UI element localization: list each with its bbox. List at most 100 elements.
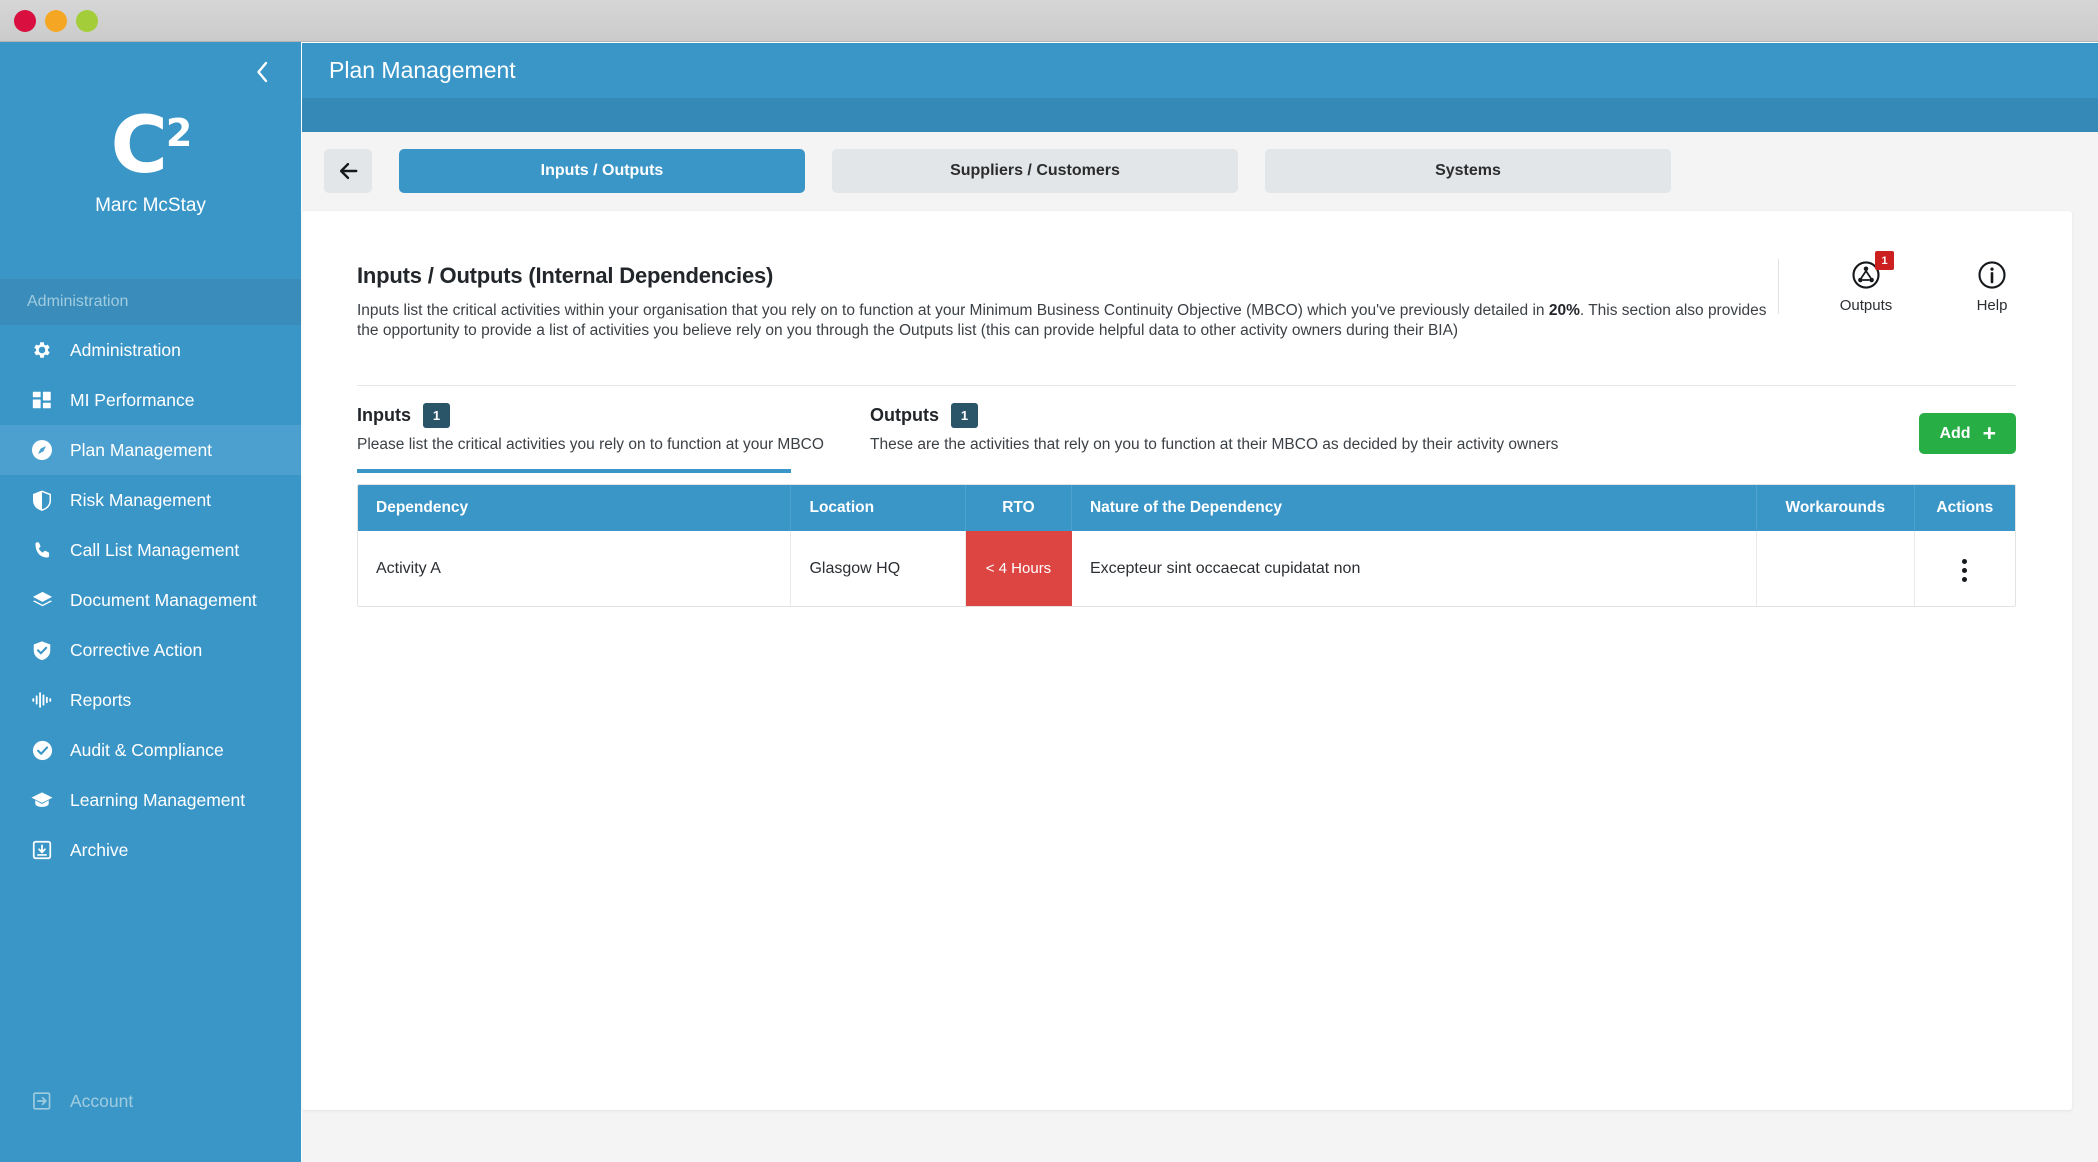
table-header: Dependency Location RTO Nature of the De… (358, 485, 2015, 531)
main-content: Inputs / Outputs Suppliers / Customers S… (302, 132, 2098, 1162)
zoom-button[interactable] (76, 10, 98, 32)
panel-divider (357, 385, 2016, 386)
outputs-action-button[interactable]: 1 Outputs (1829, 251, 1903, 314)
inputs-tab[interactable]: Inputs 1 Please list the critical activi… (357, 403, 877, 454)
table-body: Activity A Glasgow HQ < 4 Hours Excepteu… (358, 531, 2015, 606)
window-titlebar (0, 0, 2098, 42)
outputs-title-line: Outputs 1 (870, 403, 1630, 428)
column-header-actions[interactable]: Actions (1914, 485, 2015, 531)
check-circle-icon (20, 735, 64, 765)
outputs-title: Outputs (870, 405, 939, 425)
sidebar-nav-list: Administration MI Performance Plan Manag… (0, 325, 301, 875)
help-action-button[interactable]: Help (1955, 259, 2029, 314)
sidebar-username: Marc McStay (95, 195, 206, 216)
logo-letter: C (110, 101, 168, 191)
graduation-cap-icon (20, 785, 64, 815)
tab-systems[interactable]: Systems (1265, 149, 1671, 193)
panel-title: Inputs / Outputs (Internal Dependencies) (357, 263, 774, 288)
sidebar-item-label: Call List Management (70, 539, 240, 560)
outputs-count-badge: 1 (951, 403, 978, 428)
cell-rto: < 4 Hours (965, 531, 1072, 606)
back-button[interactable] (324, 149, 372, 193)
inputs-active-underline (357, 469, 791, 473)
panel-description-highlight: 20% (1548, 302, 1580, 319)
outputs-action-label: Outputs (1839, 297, 1893, 314)
kebab-menu-icon[interactable] (1952, 555, 1977, 586)
outputs-subtitle: These are the activities that rely on yo… (870, 436, 1559, 453)
sidebar-item-label: Plan Management (70, 439, 213, 460)
logo-c2: C2 (0, 90, 301, 189)
sidebar-item-label: Learning Management (70, 789, 246, 810)
layers-icon (20, 585, 64, 615)
sidebar-item-account[interactable]: Account (0, 1078, 301, 1124)
minimize-button[interactable] (45, 10, 67, 32)
cell-workarounds (1756, 531, 1915, 606)
chevron-left-icon (257, 61, 268, 83)
plus-icon: + (1982, 420, 1996, 446)
sidebar-item-reports[interactable]: Reports (0, 675, 301, 725)
sidebar-item-document-management[interactable]: Document Management (0, 575, 301, 625)
inputs-title: Inputs (357, 405, 411, 425)
column-header-nature[interactable]: Nature of the Dependency (1071, 485, 1757, 531)
dependencies-table-wrapper: Dependency Location RTO Nature of the De… (357, 484, 2016, 607)
sidebar-item-audit-compliance[interactable]: Audit & Compliance (0, 725, 301, 775)
shield-split-icon (20, 485, 64, 515)
sidebar-item-label: Account (70, 1090, 134, 1111)
column-header-location[interactable]: Location (790, 485, 966, 531)
inputs-title-line: Inputs 1 (357, 403, 877, 428)
tab-bar: Inputs / Outputs Suppliers / Customers S… (324, 149, 1671, 193)
dashboard-grid-icon (20, 385, 64, 415)
waveform-icon (20, 685, 64, 715)
sidebar-item-risk-management[interactable]: Risk Management (0, 475, 301, 525)
table-row[interactable]: Activity A Glasgow HQ < 4 Hours Excepteu… (358, 531, 2015, 606)
panel-header: Inputs / Outputs (Internal Dependencies)… (357, 263, 1782, 340)
panel-header-actions: 1 Outputs Help (1778, 251, 2029, 314)
network-share-icon: 1 (1851, 251, 1894, 291)
page-title: Plan Management (329, 57, 516, 83)
column-header-dependency[interactable]: Dependency (358, 485, 792, 531)
tab-inputs-outputs[interactable]: Inputs / Outputs (399, 149, 805, 193)
archive-box-icon (20, 835, 64, 865)
sidebar-item-mi-performance[interactable]: MI Performance (0, 375, 301, 425)
cell-location: Glasgow HQ (790, 531, 966, 606)
sidebar-item-call-list-management[interactable]: Call List Management (0, 525, 301, 575)
column-header-rto[interactable]: RTO (965, 485, 1072, 531)
add-button-label: Add (1939, 424, 1971, 442)
sidebar-collapse-button[interactable] (249, 59, 275, 85)
close-button[interactable] (14, 10, 36, 32)
dependencies-table: Dependency Location RTO Nature of the De… (358, 485, 2015, 606)
sidebar-section-header: Administration (0, 279, 301, 325)
logo-superscript: 2 (165, 111, 192, 155)
info-circle-icon (1977, 259, 2007, 291)
table-header-row: Dependency Location RTO Nature of the De… (358, 485, 2015, 531)
sidebar-item-label: Reports (70, 689, 132, 710)
sidebar-item-label: MI Performance (70, 389, 195, 410)
outputs-badge: 1 (1875, 251, 1894, 270)
sidebar-item-label: Corrective Action (70, 639, 203, 660)
sidebar-item-label: Audit & Compliance (70, 739, 224, 760)
outputs-tab[interactable]: Outputs 1 These are the activities that … (870, 403, 1630, 454)
add-button[interactable]: Add + (1919, 413, 2016, 454)
inputs-count-badge: 1 (423, 403, 450, 428)
inputs-outputs-panel: Inputs / Outputs (Internal Dependencies)… (302, 211, 2072, 1110)
panel-description-part1: Inputs list the critical activities with… (357, 302, 1549, 319)
compass-icon (20, 435, 64, 465)
sidebar-item-label: Administration (70, 339, 181, 360)
tab-suppliers-customers[interactable]: Suppliers / Customers (832, 149, 1238, 193)
sidebar-item-learning-management[interactable]: Learning Management (0, 775, 301, 825)
cell-nature: Excepteur sint occaecat cupidatat non (1071, 531, 1757, 606)
help-action-label: Help (1976, 297, 2008, 314)
sidebar-item-corrective-action[interactable]: Corrective Action (0, 625, 301, 675)
sidebar-item-plan-management[interactable]: Plan Management (0, 425, 301, 475)
sidebar-item-administration[interactable]: Administration (0, 325, 301, 375)
sidebar-brand: C2 Marc McStay (0, 90, 301, 217)
arrow-left-icon (339, 162, 358, 180)
column-header-workarounds[interactable]: Workarounds (1756, 485, 1915, 531)
cell-actions (1914, 531, 2015, 606)
logout-icon (20, 1086, 64, 1116)
phone-icon (20, 535, 64, 565)
cell-dependency: Activity A (358, 531, 792, 606)
io-summary-row: Inputs 1 Please list the critical activi… (302, 403, 2072, 475)
sidebar-item-label: Document Management (70, 589, 257, 610)
sidebar-item-archive[interactable]: Archive (0, 825, 301, 875)
